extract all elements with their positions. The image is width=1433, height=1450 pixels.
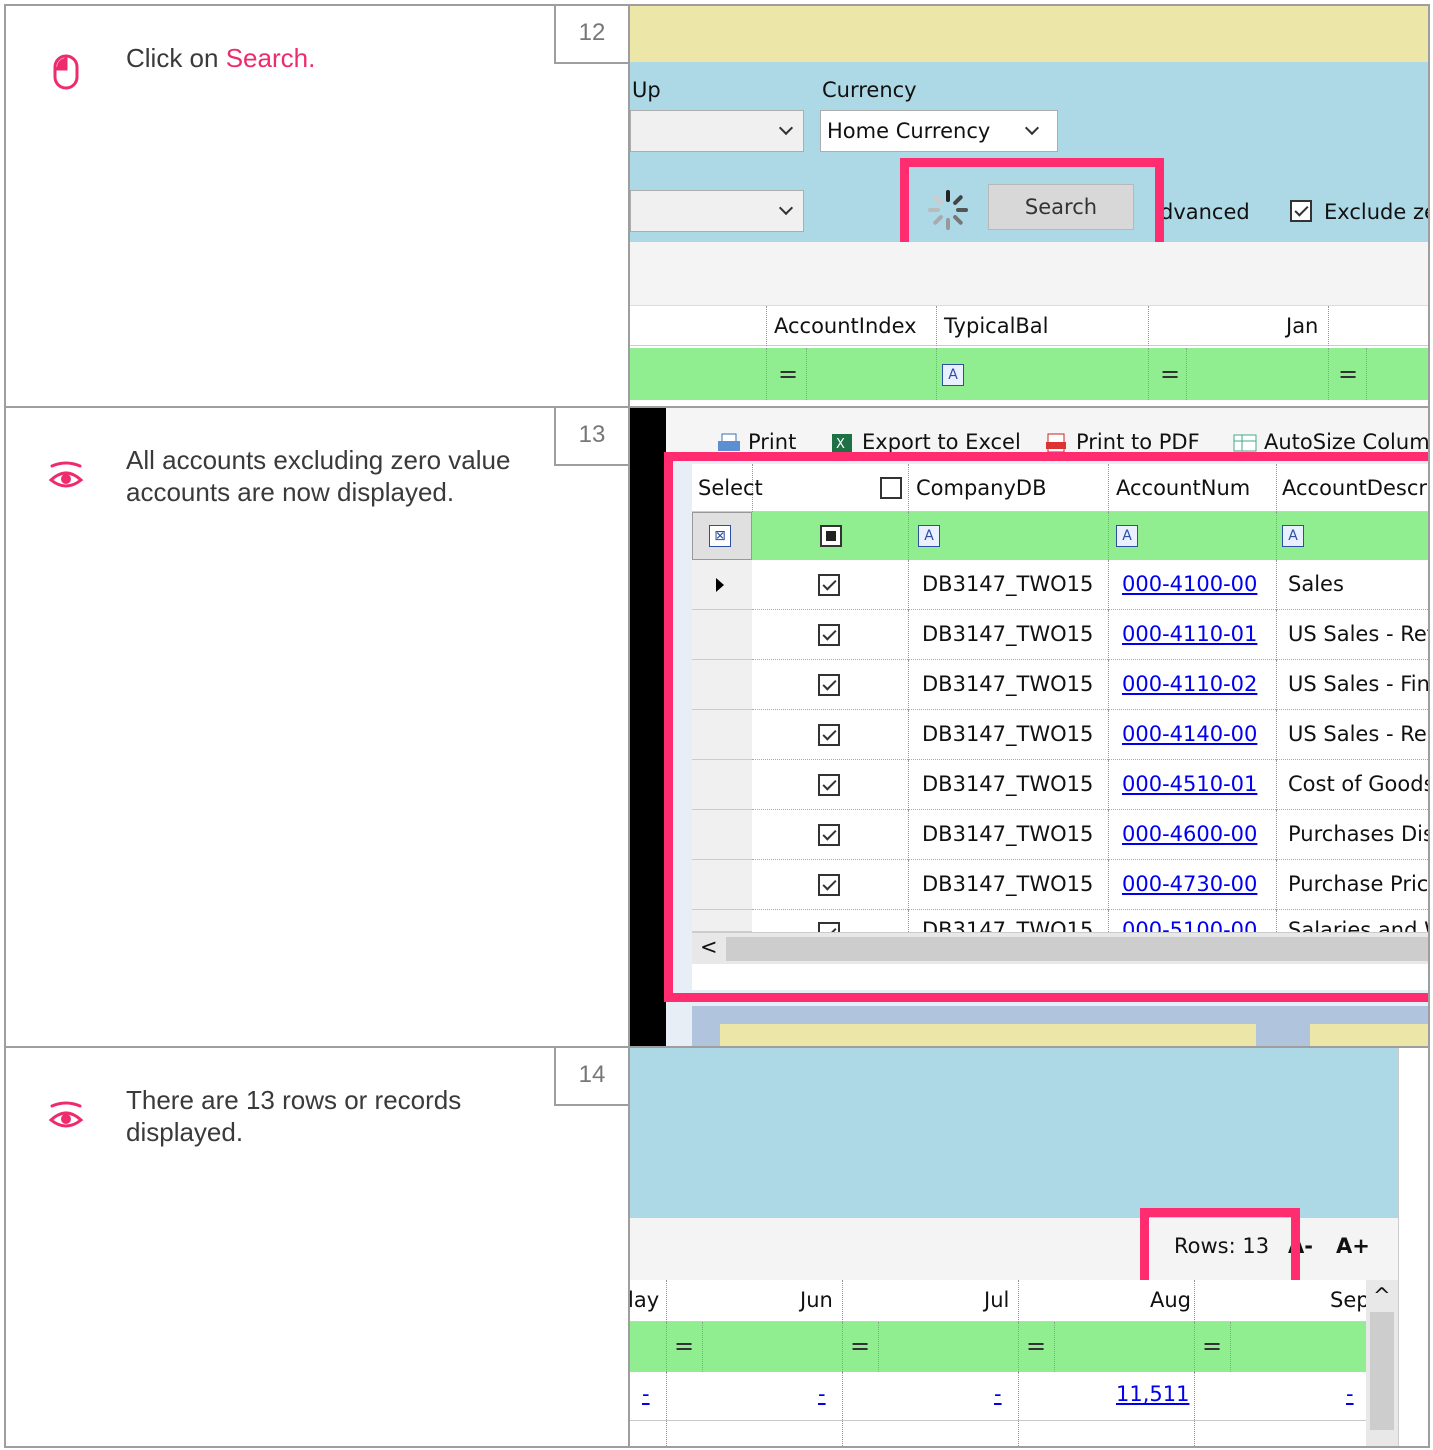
group-label: Up <box>632 78 661 102</box>
step-13-card: All accounts excluding zero value accoun… <box>4 406 1430 1048</box>
print-pdf-label: Print to PDF <box>1076 430 1200 454</box>
currency-dropdown[interactable]: Home Currency <box>820 110 1058 152</box>
exclude-zero-checkbox[interactable] <box>1290 200 1312 222</box>
value-link[interactable]: 11,511 <box>1116 1382 1189 1406</box>
group-dropdown[interactable] <box>630 110 804 152</box>
summary-field <box>1310 1024 1428 1046</box>
highlight-box <box>900 158 1164 254</box>
currency-value: Home Currency <box>827 119 991 143</box>
grid-toolbar: Print X Export to Excel Print to PDF Auto… <box>666 408 1430 454</box>
exclude-zero-label: Exclude ze <box>1324 200 1430 224</box>
filter-row: = = = = <box>630 1322 1366 1372</box>
filter-equals[interactable]: = <box>850 1332 870 1360</box>
column-jul[interactable]: Jul <box>984 1288 1009 1312</box>
print-label: Print <box>748 430 797 454</box>
column-may[interactable]: lay <box>630 1288 659 1312</box>
step-number: 14 <box>554 1048 630 1106</box>
step-text-panel: There are 13 rows or records displayed. <box>6 1048 628 1446</box>
autosize-columns-button[interactable]: AutoSize Colum <box>1232 430 1430 454</box>
column-jun[interactable]: Jun <box>800 1288 833 1312</box>
step-14-card: There are 13 rows or records displayed. … <box>4 1046 1430 1448</box>
filter-equals[interactable]: = <box>778 360 798 388</box>
filter-row: = A = = <box>630 348 1428 400</box>
mouse-icon <box>53 54 79 90</box>
eye-icon <box>48 1101 84 1128</box>
pdf-icon <box>1046 433 1066 453</box>
value-link[interactable]: - <box>994 1382 1002 1406</box>
column-typicalbal[interactable]: TypicalBal <box>944 314 1049 338</box>
filter-panel <box>630 1048 1398 1218</box>
title-banner <box>630 6 1428 62</box>
print-button[interactable]: Print <box>716 430 796 454</box>
filter-dropdown[interactable] <box>630 190 804 232</box>
grid-header: AccountIndex TypicalBal Jan <box>630 306 1428 346</box>
toolbar-area <box>630 242 1428 306</box>
step-text-panel: Click on Search. <box>6 6 628 406</box>
value-link[interactable]: - <box>642 1382 650 1406</box>
scroll-thumb[interactable] <box>1370 1312 1394 1430</box>
filter-equals[interactable]: = <box>674 1332 694 1360</box>
print-pdf-button[interactable]: Print to PDF <box>1044 430 1200 454</box>
table-row[interactable]: - - - 11,511 - <box>630 1372 1366 1446</box>
chevron-down-icon <box>778 200 794 216</box>
chevron-down-icon <box>1024 120 1040 136</box>
step-number: 13 <box>554 408 630 466</box>
advanced-link[interactable]: dvanced <box>1160 200 1250 224</box>
step-text-panel: All accounts excluding zero value accoun… <box>6 408 628 1046</box>
filter-equals[interactable]: = <box>1160 360 1180 388</box>
value-link[interactable]: - <box>818 1382 826 1406</box>
instruction-text: Click on <box>126 43 226 73</box>
column-accountindex[interactable]: AccountIndex <box>774 314 917 338</box>
currency-label: Currency <box>822 78 917 102</box>
step-14-screenshot: Rows: 13 A- A+ lay Jun Jul Aug Sep = = =… <box>628 1048 1428 1446</box>
step-instruction: Click on Search. <box>126 42 526 74</box>
step-number: 12 <box>554 6 630 64</box>
autosize-label: AutoSize Colum <box>1264 430 1430 454</box>
column-jan[interactable]: Jan <box>1286 314 1318 338</box>
check-icon <box>1294 202 1309 217</box>
font-larger-button[interactable]: A+ <box>1336 1234 1370 1258</box>
value-link[interactable]: - <box>1346 1382 1354 1406</box>
step-12-card: Click on Search. 12 Up Currency Home Cur… <box>4 4 1430 408</box>
excel-icon: X <box>832 434 852 452</box>
highlight-box <box>664 452 1428 1002</box>
instruction-highlight: Search. <box>225 43 316 73</box>
filter-text-icon[interactable]: A <box>942 364 964 386</box>
chevron-down-icon <box>778 120 794 136</box>
printer-icon <box>718 433 740 451</box>
filter-equals[interactable]: = <box>1026 1332 1046 1360</box>
step-instruction: There are 13 rows or records displayed. <box>126 1085 462 1147</box>
scroll-up-button[interactable]: ^ <box>1373 1284 1391 1308</box>
column-sep[interactable]: Sep <box>1330 1288 1370 1312</box>
window-edge <box>1398 1048 1428 1446</box>
column-aug[interactable]: Aug <box>1150 1288 1191 1312</box>
svg-text:X: X <box>836 437 845 452</box>
left-border <box>630 408 666 1046</box>
summary-field <box>720 1024 1256 1046</box>
export-excel-label: Export to Excel <box>862 430 1021 454</box>
eye-icon <box>48 461 84 488</box>
filter-equals[interactable]: = <box>1202 1332 1222 1360</box>
step-12-screenshot: Up Currency Home Currency dvanced Exclud… <box>628 6 1430 406</box>
vertical-scrollbar[interactable]: ^ <box>1366 1280 1398 1446</box>
table-icon <box>1233 434 1257 452</box>
grid-header: lay Jun Jul Aug Sep <box>630 1280 1370 1322</box>
filter-equals[interactable]: = <box>1338 360 1358 388</box>
export-excel-button[interactable]: X Export to Excel <box>830 430 1021 454</box>
step-13-screenshot: Print X Export to Excel Print to PDF Auto… <box>628 408 1430 1046</box>
step-instruction: All accounts excluding zero value accoun… <box>126 445 511 507</box>
